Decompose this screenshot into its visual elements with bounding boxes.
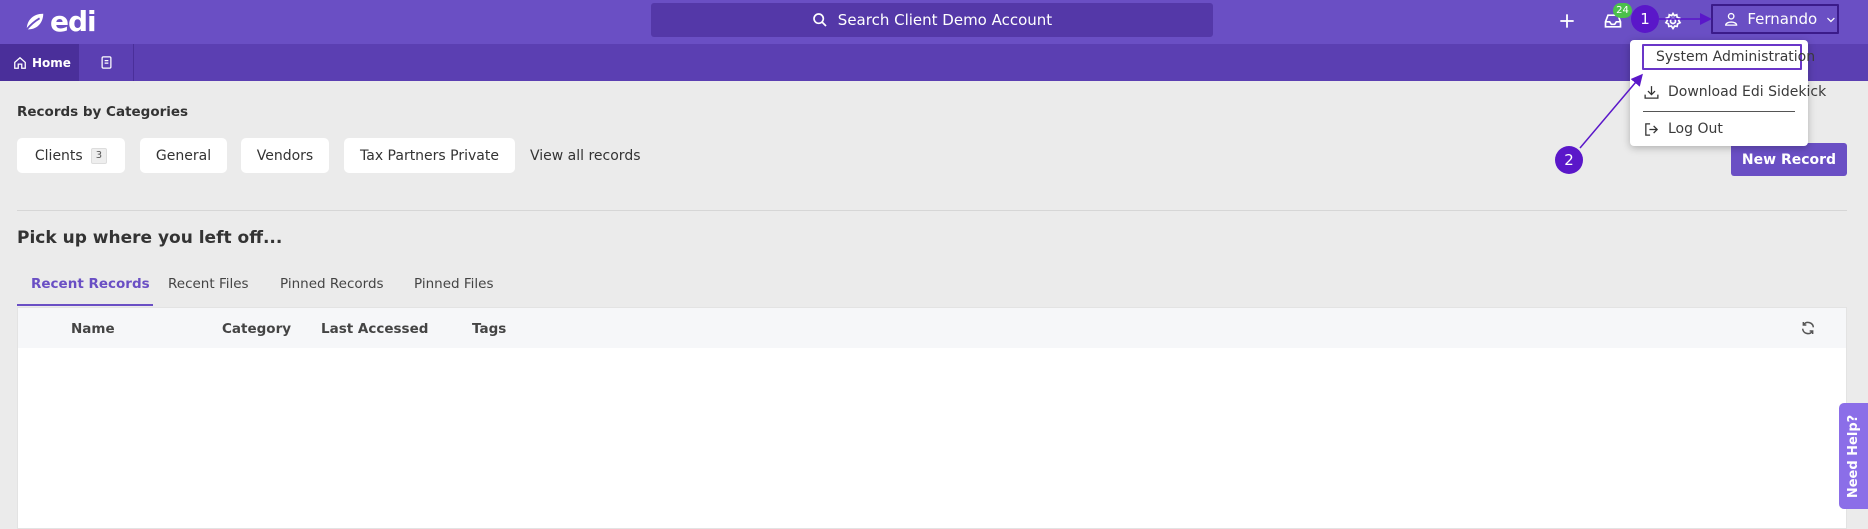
search-bar[interactable]: Search Client Demo Account	[651, 3, 1213, 37]
tab-pinned-records[interactable]: Pinned Records	[280, 276, 384, 292]
chip-label: Clients	[34, 147, 83, 164]
add-button[interactable]	[1554, 8, 1580, 34]
need-help-label: Need Help?	[1846, 414, 1862, 498]
menu-item-download-edi-sidekick[interactable]: Download Edi Sidekick	[1643, 79, 1826, 105]
tab-recent-records[interactable]: Recent Records	[31, 276, 150, 292]
chip-count: 3	[90, 147, 108, 164]
menu-divider	[1643, 111, 1795, 112]
menu-item-system-administration[interactable]: System Administration	[1642, 44, 1815, 70]
chip-label: Tax Partners Private	[360, 147, 499, 164]
category-chip-tax-partners-private[interactable]: Tax Partners Private	[344, 138, 515, 173]
categories-title: Records by Categories	[17, 104, 189, 120]
need-help-tab[interactable]: Need Help?	[1839, 403, 1868, 509]
user-dropdown-menu: System Administration Download Edi Sidek…	[1630, 40, 1826, 146]
tab-recent-files[interactable]: Recent Files	[168, 276, 249, 292]
sub-nav-bar: Home	[0, 44, 1868, 81]
step-2-badge: 2	[1555, 146, 1583, 174]
chevron-down-icon	[1827, 17, 1835, 22]
search-label: Search Client Demo Account	[837, 11, 1053, 29]
column-header-tags[interactable]: Tags	[472, 321, 506, 337]
resume-title: Pick up where you left off...	[17, 228, 283, 248]
new-record-button[interactable]: New Record	[1731, 143, 1847, 176]
download-icon	[1644, 85, 1659, 99]
menu-item-label: Download Edi Sidekick	[1668, 84, 1827, 100]
top-bar: edi Search Client Demo Account 24 Fernan…	[0, 0, 1868, 44]
user-menu-button[interactable]: Fernando	[1711, 4, 1839, 34]
logo-text: edi	[50, 5, 97, 38]
settings-button[interactable]	[1660, 8, 1686, 34]
search-icon	[812, 13, 827, 27]
column-header-category[interactable]: Category	[222, 321, 291, 337]
menu-item-log-out[interactable]: Log Out	[1643, 116, 1723, 142]
chip-label: General	[155, 147, 212, 164]
home-icon	[14, 56, 26, 69]
recent-records-table: Name Category Last Accessed Tags	[17, 307, 1847, 529]
document-list-icon	[101, 56, 112, 69]
tab-home[interactable]: Home	[0, 44, 79, 81]
refresh-icon[interactable]	[1800, 320, 1816, 336]
user-name: Fernando	[1747, 10, 1818, 28]
chip-label: Vendors	[256, 147, 314, 164]
user-icon	[1725, 12, 1738, 26]
table-header: Name Category Last Accessed Tags	[18, 308, 1846, 348]
category-chip-general[interactable]: General	[140, 138, 227, 173]
column-header-name[interactable]: Name	[71, 321, 115, 337]
tab-pinned-files[interactable]: Pinned Files	[414, 276, 494, 292]
category-chip-clients[interactable]: Clients 3	[17, 138, 125, 173]
menu-item-label: Log Out	[1668, 121, 1723, 137]
notification-count-badge: 24	[1613, 3, 1632, 18]
active-tab-indicator	[17, 304, 153, 306]
section-divider	[17, 210, 1847, 211]
category-chip-vendors[interactable]: Vendors	[241, 138, 329, 173]
logout-icon	[1645, 122, 1659, 136]
tab-records[interactable]	[80, 44, 134, 81]
plus-icon	[1560, 14, 1574, 28]
view-all-records-link[interactable]: View all records	[530, 148, 641, 164]
step-1-badge: 1	[1631, 5, 1659, 33]
edi-logo[interactable]: edi	[24, 5, 97, 38]
gear-icon	[1664, 11, 1682, 31]
menu-item-label: System Administration	[1656, 49, 1816, 65]
column-header-last-accessed[interactable]: Last Accessed	[321, 321, 428, 337]
notifications-button[interactable]: 24	[1600, 3, 1632, 34]
leaf-logo-icon	[26, 13, 44, 30]
home-tab-label: Home	[32, 55, 71, 70]
